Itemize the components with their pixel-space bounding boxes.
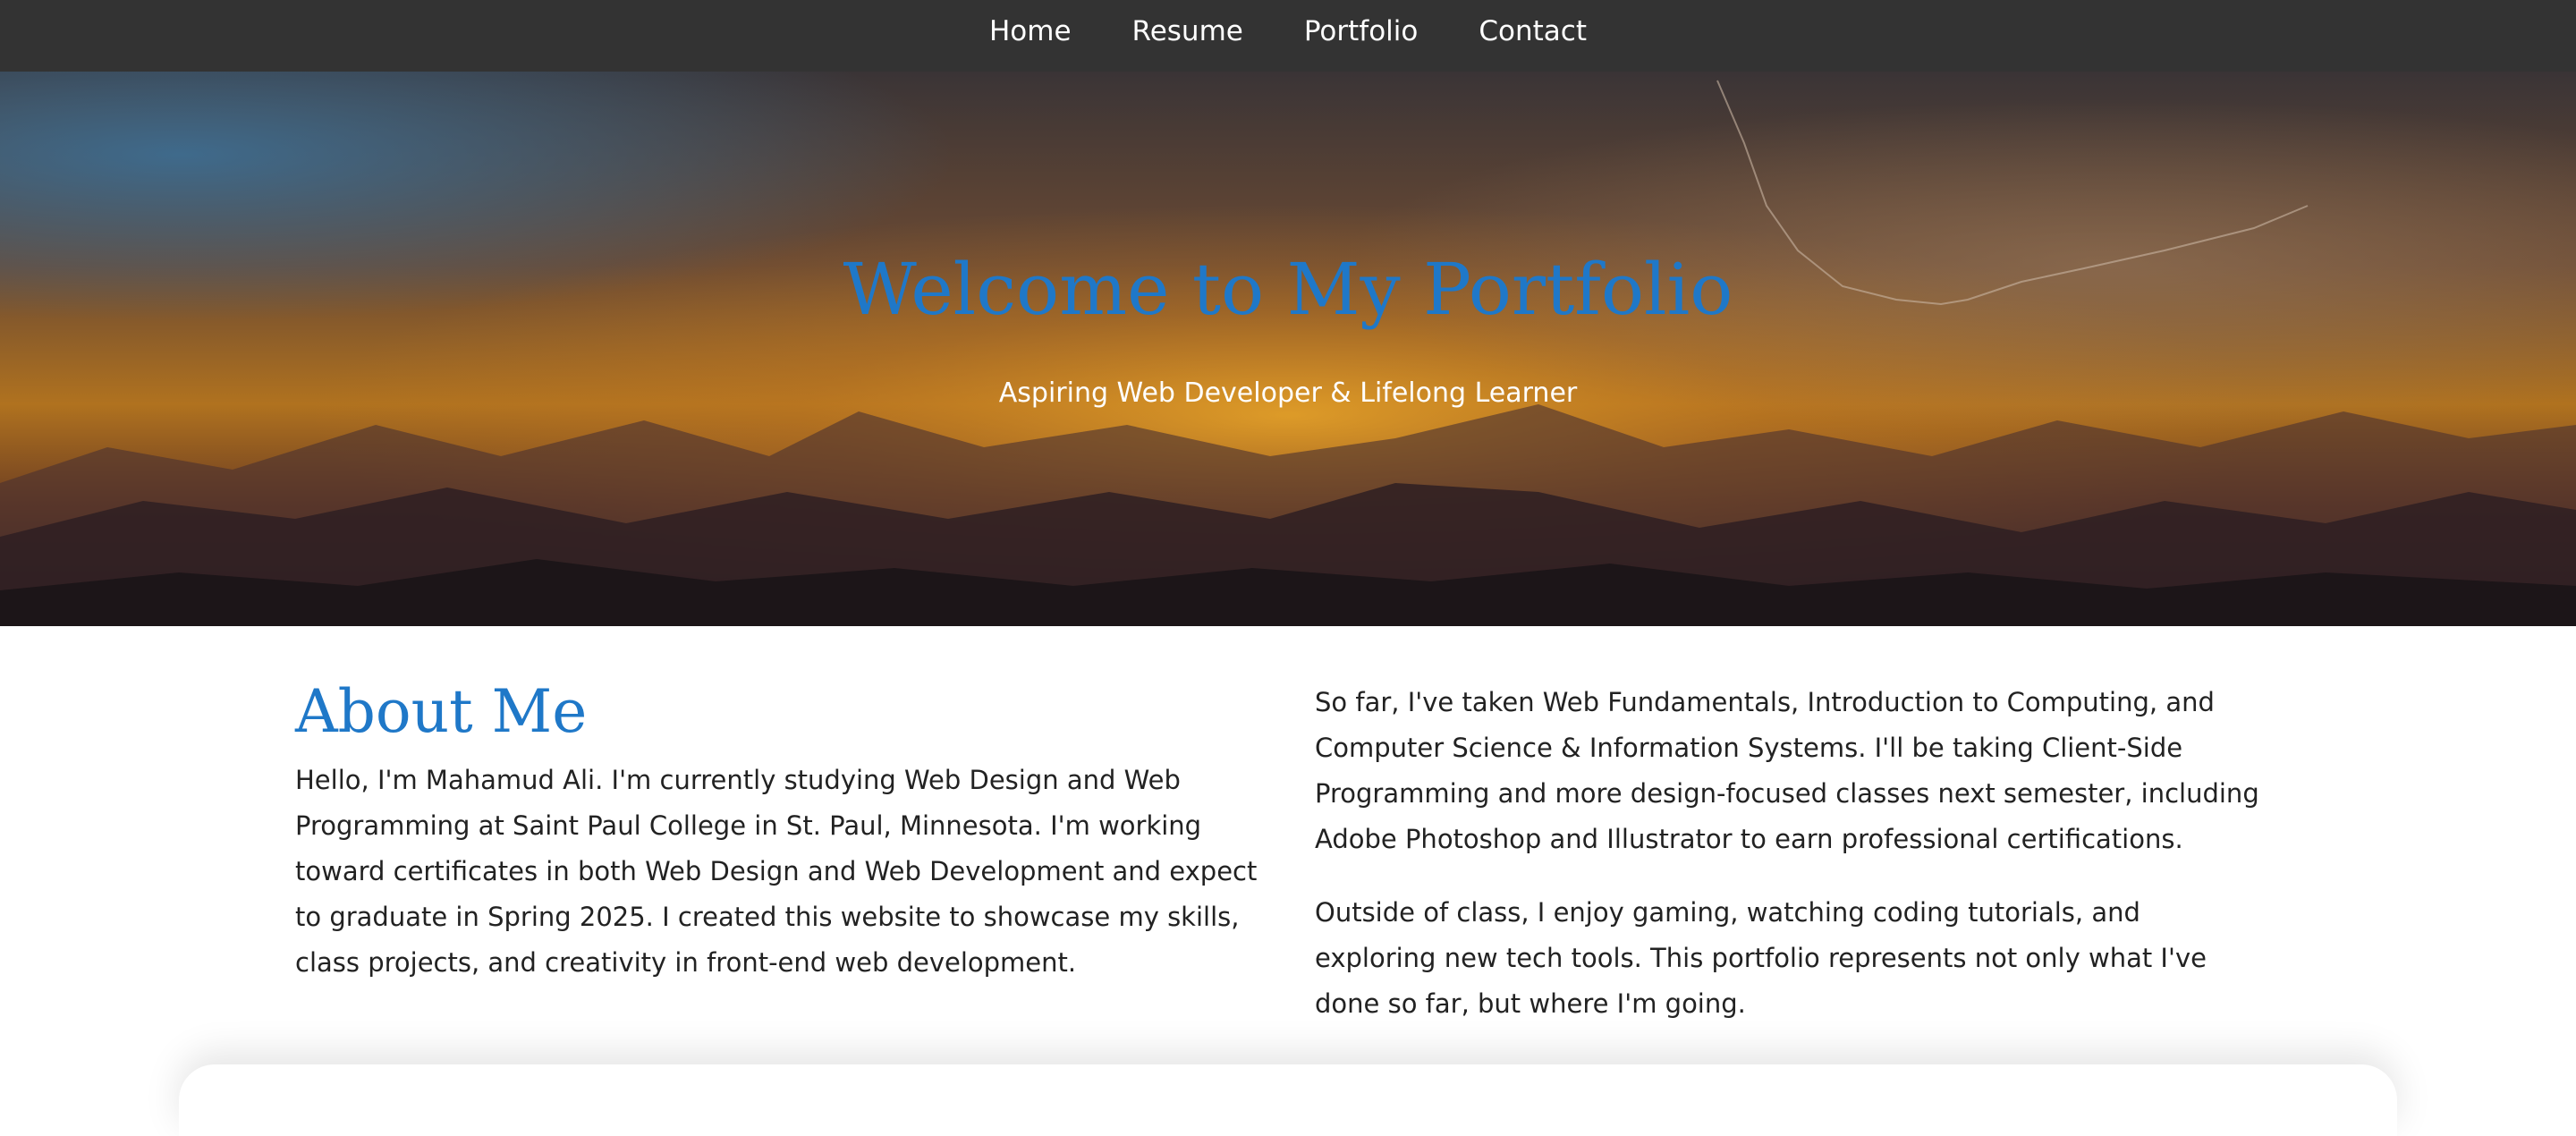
- nav-resume-link[interactable]: Resume: [1132, 17, 1243, 46]
- about-right-column: So far, I've taken Web Fundamentals, Int…: [1315, 680, 2263, 1027]
- nav-portfolio-link[interactable]: Portfolio: [1304, 17, 1419, 46]
- about-courses-paragraph: So far, I've taken Web Fundamentals, Int…: [1315, 687, 2259, 854]
- about-intro-paragraph: Hello, I'm Mahamud Ali. I'm currently st…: [295, 764, 1258, 978]
- nav-contact-link[interactable]: Contact: [1479, 17, 1587, 46]
- about-section: About Me Hello, I'm Mahamud Ali. I'm cur…: [295, 677, 2263, 1055]
- hero-section: Welcome to My Portfolio Aspiring Web Dev…: [0, 72, 2576, 626]
- hero-title: Welcome to My Portfolio: [843, 248, 1733, 331]
- hero-subtitle: Aspiring Web Developer & Lifelong Learne…: [998, 377, 1578, 409]
- nav-home-link[interactable]: Home: [989, 17, 1072, 46]
- main-navbar: Home Resume Portfolio Contact: [0, 0, 2576, 72]
- about-interests-paragraph: Outside of class, I enjoy gaming, watchi…: [1315, 897, 2207, 1019]
- next-section-card: [179, 1064, 2397, 1136]
- about-left-column: About Me Hello, I'm Mahamud Ali. I'm cur…: [295, 677, 1261, 986]
- hero-background-image: [0, 72, 2576, 626]
- about-title: About Me: [295, 677, 588, 746]
